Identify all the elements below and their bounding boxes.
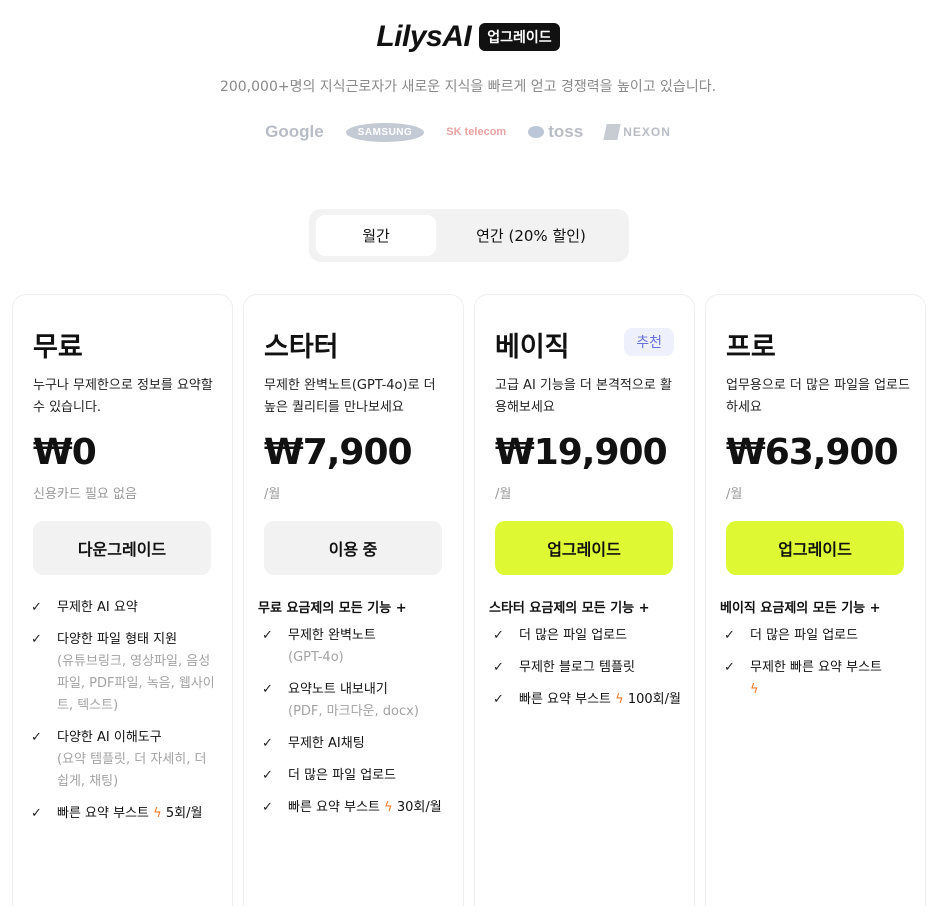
downgrade-button[interactable]: 다운그레이드 [33, 521, 211, 575]
plan-description: 누구나 무제한으로 정보를 요약할 수 있습니다. [33, 378, 213, 415]
plan-name: 스타터 [264, 332, 339, 363]
toggle-monthly[interactable]: 월간 [316, 215, 436, 256]
feature-item: ✓ 더 많은 파일 업로드 [262, 765, 452, 787]
plan-name: 무료 [33, 332, 83, 363]
plan-description: 무제한 완벽노트(GPT-4o)로 더 높은 퀄리티를 만나보세요 [264, 378, 436, 415]
recommended-badge: 추천 [624, 328, 674, 356]
features-header: 베이직 요금제의 모든 기능 + [720, 601, 881, 616]
check-icon: ✓ [493, 628, 504, 643]
feature-item: ✓ 더 많은 파일 업로드 [724, 625, 914, 647]
lightning-icon: ϟ [750, 682, 759, 697]
price-note: /월 [264, 487, 281, 502]
check-icon: ✓ [262, 628, 273, 643]
lightning-icon: ϟ [384, 800, 393, 815]
plan-name: 프로 [726, 332, 776, 363]
brand-header: LilysAI 업그레이드 [0, 20, 936, 54]
feature-item: ✓ 빠른 요약 부스트 ϟ 30회/월 [262, 797, 452, 819]
upgrade-button[interactable]: 업그레이드 [495, 521, 673, 575]
check-icon: ✓ [493, 660, 504, 675]
plan-card-starter: 스타터 무제한 완벽노트(GPT-4o)로 더 높은 퀄리티를 만나보세요 ₩7… [243, 294, 464, 906]
feature-item: ✓ 다양한 AI 이해도구 (요약 템플릿, 더 자세히, 더 쉽게, 채팅) [31, 727, 221, 793]
feature-item: ✓ 무제한 AI 요약 [31, 597, 221, 619]
feature-list: ✓ 더 많은 파일 업로드 ✓ 무제한 블로그 템플릿 ✓ 빠른 요약 부스트 ϟ 1… [493, 625, 683, 721]
plan-price: ₩19,900 [495, 432, 668, 473]
check-icon: ✓ [31, 806, 42, 821]
check-icon: ✓ [724, 660, 735, 675]
check-icon: ✓ [262, 736, 273, 751]
check-icon: ✓ [262, 682, 273, 697]
samsung-logo: SAMSUNG [345, 122, 425, 142]
nexon-logo: NEXON [603, 124, 671, 140]
plan-card-basic: 베이직 추천 고급 AI 기능을 더 본격적으로 활용해보세요 ₩19,900 … [474, 294, 695, 906]
toggle-yearly[interactable]: 연간 (20% 할인) [439, 215, 623, 256]
feature-item: ✓ 무제한 완벽노트 (GPT-4o) [262, 625, 452, 669]
feature-item: ✓ 더 많은 파일 업로드 [493, 625, 683, 647]
current-plan-button[interactable]: 이용 중 [264, 521, 442, 575]
lightning-icon: ϟ [153, 806, 162, 821]
toss-logo: toss [528, 122, 583, 142]
feature-item: ✓ 요약노트 내보내기 (PDF, 마크다운, docx) [262, 679, 452, 723]
partner-logos: Google SAMSUNG SK telecom toss NEXON [0, 122, 936, 142]
upgrade-badge: 업그레이드 [479, 23, 560, 51]
price-note: 신용카드 필요 없음 [33, 487, 137, 502]
check-icon: ✓ [262, 800, 273, 815]
feature-list: ✓ 무제한 AI 요약 ✓ 다양한 파일 형태 지원 (유튜브링크, 영상파일, 음성… [31, 597, 221, 835]
check-icon: ✓ [724, 628, 735, 643]
feature-item: ✓ 빠른 요약 부스트 ϟ 100회/월 [493, 689, 683, 711]
check-icon: ✓ [31, 600, 42, 615]
features-header: 무료 요금제의 모든 기능 + [258, 601, 407, 616]
feature-item: ✓ 무제한 빠른 요약 부스트 ϟ [724, 657, 914, 701]
sk-telecom-logo: SK telecom [446, 126, 507, 138]
billing-toggle: 월간 연간 (20% 할인) [309, 209, 629, 262]
plan-card-pro: 프로 업무용으로 더 많은 파일을 업로드하세요 ₩63,900 /월 업그레이… [705, 294, 926, 906]
check-icon: ✓ [493, 692, 504, 707]
plan-card-free: 무료 누구나 무제한으로 정보를 요약할 수 있습니다. ₩0 신용카드 필요 … [12, 294, 233, 906]
upgrade-button[interactable]: 업그레이드 [726, 521, 904, 575]
plan-price: ₩0 [33, 432, 97, 473]
plan-description: 고급 AI 기능을 더 본격적으로 활용해보세요 [495, 378, 672, 415]
check-icon: ✓ [31, 632, 42, 647]
feature-item: ✓ 다양한 파일 형태 지원 (유튜브링크, 영상파일, 음성파일, PDF파일, … [31, 629, 221, 717]
lightning-icon: ϟ [615, 692, 624, 707]
feature-list: ✓ 더 많은 파일 업로드 ✓ 무제한 빠른 요약 부스트 ϟ [724, 625, 914, 711]
page-subtitle: 200,000+명의 지식근로자가 새로운 지식을 빠르게 얻고 경쟁력을 높이… [219, 79, 717, 95]
feature-item: ✓ 무제한 블로그 템플릿 [493, 657, 683, 679]
nexon-mark-icon [603, 124, 621, 140]
check-icon: ✓ [31, 730, 42, 745]
google-logo: Google [265, 122, 324, 141]
plan-price: ₩63,900 [726, 432, 899, 473]
price-note: /월 [495, 487, 512, 502]
plan-description: 업무용으로 더 많은 파일을 업로드하세요 [726, 378, 910, 415]
feature-item: ✓ 무제한 AI채팅 [262, 733, 452, 755]
lilysai-logo[interactable]: LilysAI [376, 20, 471, 54]
plan-price: ₩7,900 [264, 432, 413, 473]
toss-mark-icon [528, 126, 545, 138]
price-note: /월 [726, 487, 743, 502]
check-icon: ✓ [262, 768, 273, 783]
feature-item: ✓ 빠른 요약 부스트 ϟ 5회/월 [31, 803, 221, 825]
feature-list: ✓ 무제한 완벽노트 (GPT-4o) ✓ 요약노트 내보내기 (PDF, 마크다운, … [262, 625, 452, 829]
plan-name: 베이직 [495, 332, 570, 363]
features-header: 스타터 요금제의 모든 기능 + [489, 601, 650, 616]
